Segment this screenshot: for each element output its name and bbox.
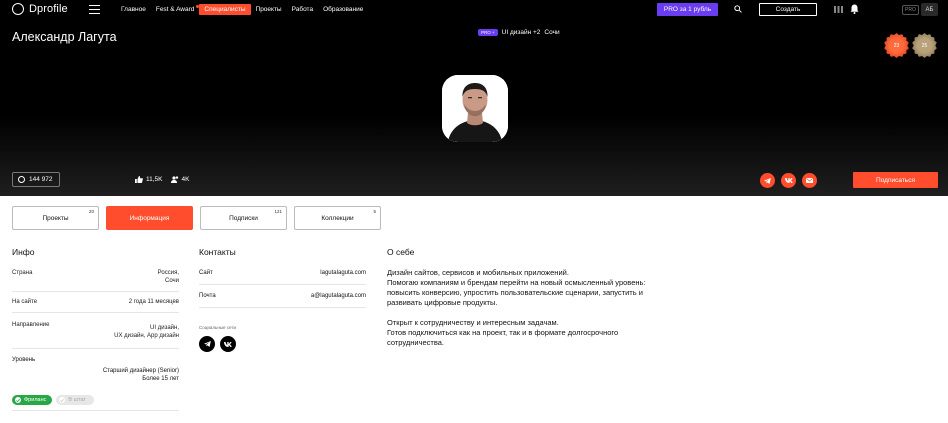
nav-link-fest-label: Fest & Award: [155, 6, 195, 13]
subscribe-button[interactable]: Подписаться: [853, 172, 938, 188]
mail-icon[interactable]: [802, 173, 817, 188]
info-title: Инфо: [12, 247, 35, 257]
tab-information[interactable]: Информация: [106, 206, 193, 230]
social-label: Социальные сети: [199, 325, 236, 330]
office-label: В штат: [68, 397, 86, 403]
tab-collections-count: 5: [373, 209, 376, 214]
nav-link-fest[interactable]: Fest & Award: [151, 4, 200, 15]
followers-stat: 4K: [170, 176, 190, 183]
rating-badge[interactable]: 144 972: [12, 172, 60, 187]
nav-link-education[interactable]: Образование: [318, 4, 368, 15]
freelance-label: Фриланс: [24, 397, 47, 403]
award-badge-gold-label: 25: [921, 42, 928, 49]
hero-social-links: [760, 173, 817, 188]
divider: [12, 410, 179, 411]
vk-icon[interactable]: [220, 336, 236, 352]
about-paragraph-2: Открыт к сотрудничеству и интересным зад…: [387, 318, 619, 347]
tab-subscriptions[interactable]: Подписки 121: [200, 206, 287, 230]
bell-icon[interactable]: [850, 4, 859, 14]
pro-button[interactable]: PRO за 1 рубль: [657, 3, 718, 16]
contact-site-row: Сайт lagutalaguta.com: [199, 262, 366, 285]
info-value: 2 года 11 месяцев: [128, 299, 179, 305]
tab-projects-count: 20: [88, 209, 94, 214]
nav-link-jobs[interactable]: Работа: [287, 4, 318, 15]
nav-link-main[interactable]: Главное: [116, 4, 151, 15]
contacts-title: Контакты: [199, 247, 236, 257]
contacts-panel: Сайт lagutalaguta.com Почта a@lagutalagu…: [199, 262, 366, 352]
search-icon[interactable]: [734, 5, 742, 13]
contact-site-label: Сайт: [199, 270, 213, 276]
nav-link-projects[interactable]: Проекты: [251, 4, 287, 15]
rating-value: 144 972: [29, 176, 53, 183]
likes-value: 11,5K: [146, 176, 163, 183]
info-key: Страна: [12, 270, 33, 276]
city-link[interactable]: Сочи: [544, 29, 559, 36]
pro-plus-badge: PRO +: [478, 29, 498, 36]
nav-link-specialists[interactable]: Специалисты: [199, 4, 251, 15]
info-panel: Страна Россия, Сочи На сайте 2 года 11 м…: [12, 262, 179, 411]
rating-icon: [18, 176, 25, 183]
info-row-level: Уровень Старший дизайнер (Senior) Более …: [12, 349, 179, 390]
office-badge: В штат: [56, 395, 94, 405]
top-nav: Dprofile Главное Fest & Award Специалист…: [0, 0, 948, 19]
tab-projects[interactable]: Проекты 20: [12, 206, 99, 230]
vk-icon[interactable]: [781, 173, 796, 188]
about-title: О себе: [387, 247, 415, 257]
profile-tabs: Проекты 20 Информация Подписки 121 Коллекц…: [12, 206, 381, 230]
freelance-badge: Фриланс: [12, 395, 53, 405]
profile-stats: 11,5K 4K: [135, 176, 189, 183]
nav-links: Главное Fest & Award Специалисты Проекты…: [116, 4, 368, 15]
tab-projects-label: Проекты: [42, 214, 69, 222]
like-icon: [135, 176, 143, 183]
contact-site-link[interactable]: lagutalaguta.com: [320, 270, 366, 276]
contact-mail-row: Почта a@lagutalaguta.com: [199, 285, 366, 308]
telegram-icon[interactable]: [199, 336, 215, 352]
tab-subscriptions-count: 121: [274, 209, 282, 214]
user-avatar[interactable]: АБ: [921, 3, 938, 16]
pro-tag: PRO: [902, 5, 919, 15]
likes-stat: 11,5K: [135, 176, 163, 183]
info-value: UI дизайн, UX дизайн, App дизайн: [114, 325, 179, 339]
followers-icon: [170, 176, 178, 183]
tab-collections-label: Коллекции: [321, 214, 354, 222]
profile-tags: PRO + UI дизайн +2 Сочи: [478, 29, 560, 36]
profile-hero: Александр Лагута PRO + UI дизайн +2 Сочи…: [0, 19, 948, 196]
award-badge-orange-label: 23: [893, 42, 900, 49]
contact-mail-label: Почта: [199, 293, 216, 299]
logo-icon: [12, 3, 24, 15]
info-key: Уровень: [12, 357, 36, 363]
award-badge-gold[interactable]: 25: [912, 33, 937, 58]
followers-value: 4K: [181, 176, 190, 183]
info-row-on-site: На сайте 2 года 11 месяцев: [12, 292, 179, 313]
info-value: Старший дизайнер (Senior) Более 15 лет: [102, 368, 179, 382]
create-button[interactable]: Создать: [759, 3, 817, 16]
award-badge-orange[interactable]: 23: [884, 33, 909, 58]
info-row-direction: Направление UI дизайн, UX дизайн, App ди…: [12, 313, 179, 349]
info-key: Направление: [12, 322, 50, 328]
check-icon: [15, 397, 21, 403]
logo[interactable]: Dprofile: [12, 3, 68, 15]
about-paragraph-1: Дизайн сайтов, сервисов и мобильных прил…: [387, 268, 646, 307]
employment-badges: Фриланс В штат: [12, 395, 179, 405]
info-row-country: Страна Россия, Сочи: [12, 262, 179, 292]
about-text: Дизайн сайтов, сервисов и мобильных прил…: [387, 268, 677, 358]
check-icon: [59, 397, 66, 403]
grid-icon[interactable]: [834, 6, 843, 13]
profile-photo: [442, 75, 508, 142]
tab-subscriptions-label: Подписки: [229, 214, 258, 222]
tab-information-label: Информация: [129, 214, 170, 222]
menu-icon[interactable]: [89, 5, 100, 14]
info-value: Россия, Сочи: [157, 270, 179, 284]
tab-collections[interactable]: Коллекции 5: [294, 206, 381, 230]
profile-name: Александр Лагута: [12, 30, 117, 44]
logo-text: Dprofile: [29, 3, 68, 15]
telegram-icon[interactable]: [760, 173, 775, 188]
contact-mail-link[interactable]: a@lagutalaguta.com: [311, 293, 366, 299]
specialty-link[interactable]: UI дизайн +2: [502, 29, 541, 36]
info-key: На сайте: [12, 299, 38, 305]
contact-social-links: [199, 336, 366, 352]
